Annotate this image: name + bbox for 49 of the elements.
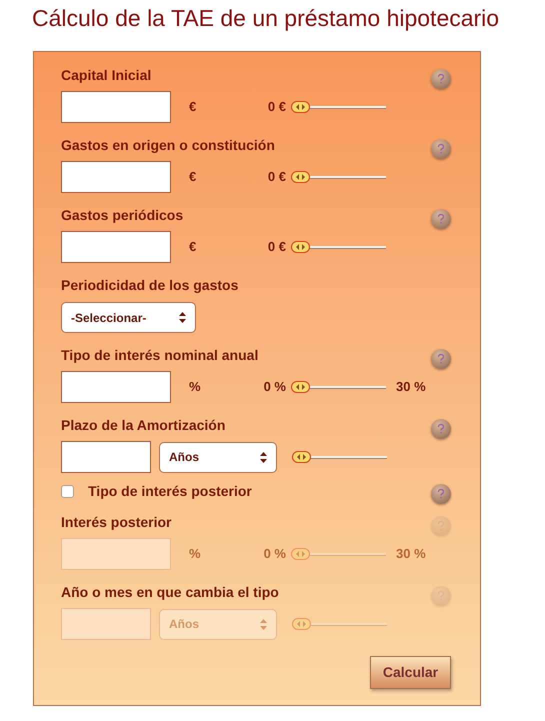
slider-track[interactable] [291,381,386,393]
max-label: 30 % [396,545,426,564]
help-icon[interactable] [431,209,451,229]
slider-thumb[interactable] [291,171,310,183]
updown-arrow-icon [179,312,186,323]
min-label: 0 % [262,545,286,564]
slider-thumb[interactable] [291,241,310,253]
field-label: Gastos en origen o constitución [61,136,275,155]
calculate-button[interactable]: Calcular [370,656,451,689]
input-field[interactable] [61,371,171,403]
field-label: Gastos periódicos [61,206,184,225]
unit-label: € [189,238,198,256]
unit-label: € [189,98,198,116]
dropdown-select[interactable]: Años [159,442,277,472]
min-label: 0 € [266,168,286,186]
slider-track[interactable] [292,451,387,463]
slider-track[interactable] [291,101,386,113]
unit-label: € [189,168,198,186]
input-field[interactable] [61,161,171,193]
max-label: 30 % [396,378,426,396]
field-label: Año o mes en que cambia el tipo [61,583,279,602]
min-label: 0 € [266,238,286,256]
slider-track[interactable] [291,171,386,183]
slider-thumb[interactable] [292,451,311,463]
help-icon[interactable] [431,484,451,504]
help-icon[interactable] [431,349,451,369]
checkbox-label: Tipo de interés posterior [88,482,252,501]
min-label: 0 % [262,378,286,396]
field-label: Periodicidad de los gastos [61,276,238,295]
checkbox[interactable] [61,484,74,498]
field-label: Interés posterior [61,513,172,532]
field-label: Capital Inicial [61,66,152,85]
help-icon[interactable] [431,419,451,439]
field-label: Plazo de la Amortización [61,416,226,435]
slider-thumb[interactable] [291,101,310,113]
input-field[interactable] [61,91,171,123]
dropdown-select[interactable]: -Seleccionar- [61,302,196,333]
input-field[interactable] [61,441,151,473]
min-label: 0 € [266,98,286,116]
updown-arrow-icon [260,452,267,462]
slider-thumb[interactable] [291,381,310,393]
page-title: Cálculo de la TAE de un préstamo hipotecario [32,4,500,33]
field-label: Tipo de interés nominal anual [61,346,258,365]
slider-track[interactable] [291,241,386,253]
help-icon[interactable] [431,139,451,159]
unit-label: % [189,378,202,396]
input-field[interactable] [61,231,171,263]
updown-arrow-icon [260,618,267,630]
unit-label: % [189,545,202,564]
